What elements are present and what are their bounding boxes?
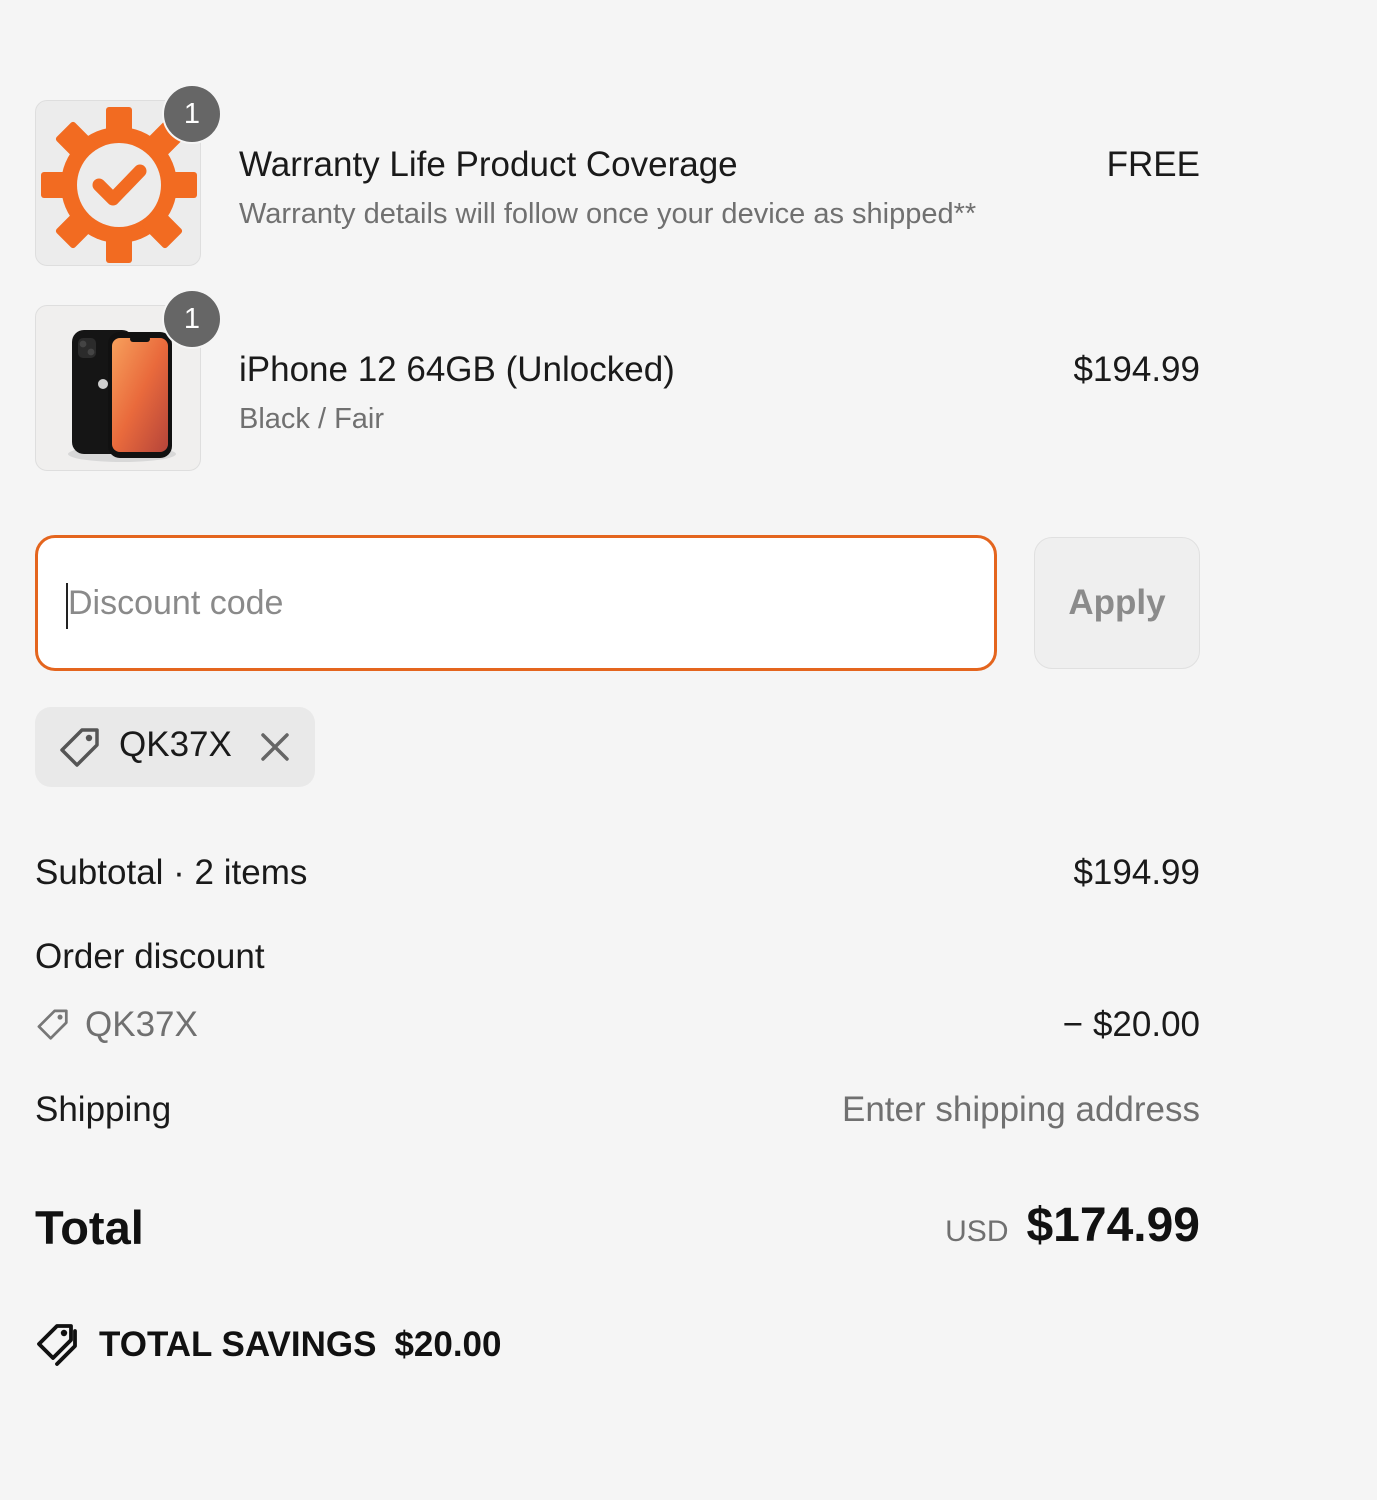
shipping-label: Shipping [35,1090,172,1129]
item-title: Warranty Life Product Coverage [239,145,738,184]
item-subtitle: Black / Fair [239,403,385,435]
tag-icon [37,1009,68,1040]
text-cursor [66,583,68,629]
order-summary-panel: 1 Warranty Life Product Coverage Warrant… [35,0,1200,1500]
item-price: $194.99 [1073,350,1200,389]
item-subtitle: Warranty details will follow once your d… [239,198,977,230]
order-discount-code: QK37X [85,1005,198,1044]
remove-discount-close-icon[interactable] [257,729,293,765]
total-label: Total [35,1201,144,1254]
shipping-value: Enter shipping address [842,1090,1200,1129]
applied-discount-code: QK37X [119,725,232,764]
total-value-group: USD $174.99 [945,1198,1200,1253]
quantity-badge: 1 [164,86,220,142]
order-discount-label: Order discount [35,937,265,976]
total-savings: TOTAL SAVINGS $20.00 [35,1322,502,1368]
total-savings-amount: $20.00 [394,1325,502,1364]
quantity-badge: 1 [164,291,220,347]
item-price: FREE [1106,145,1200,184]
subtotal-label: Subtotal · 2 items [35,853,308,892]
line-item-warranty: 1 Warranty Life Product Coverage Warrant… [35,86,1200,268]
tag-icon [60,728,99,767]
apply-discount-button[interactable]: Apply [1034,537,1200,669]
discount-code-input[interactable] [35,535,997,671]
currency-code: USD [945,1215,1009,1248]
order-discount-value: − $20.00 [1062,1005,1200,1044]
total-amount: $174.99 [1026,1199,1200,1252]
subtotal-value: $194.99 [1073,853,1200,892]
item-title: iPhone 12 64GB (Unlocked) [239,350,675,389]
total-savings-label: TOTAL SAVINGS [99,1325,377,1364]
savings-tags-icon [37,1324,77,1366]
order-discount-code-row: QK37X [35,1005,198,1045]
applied-discount-chip: QK37X [35,707,315,787]
line-item-iphone: 1 iPhone 12 64GB (Unlocked) Black / Fair… [35,291,1200,473]
